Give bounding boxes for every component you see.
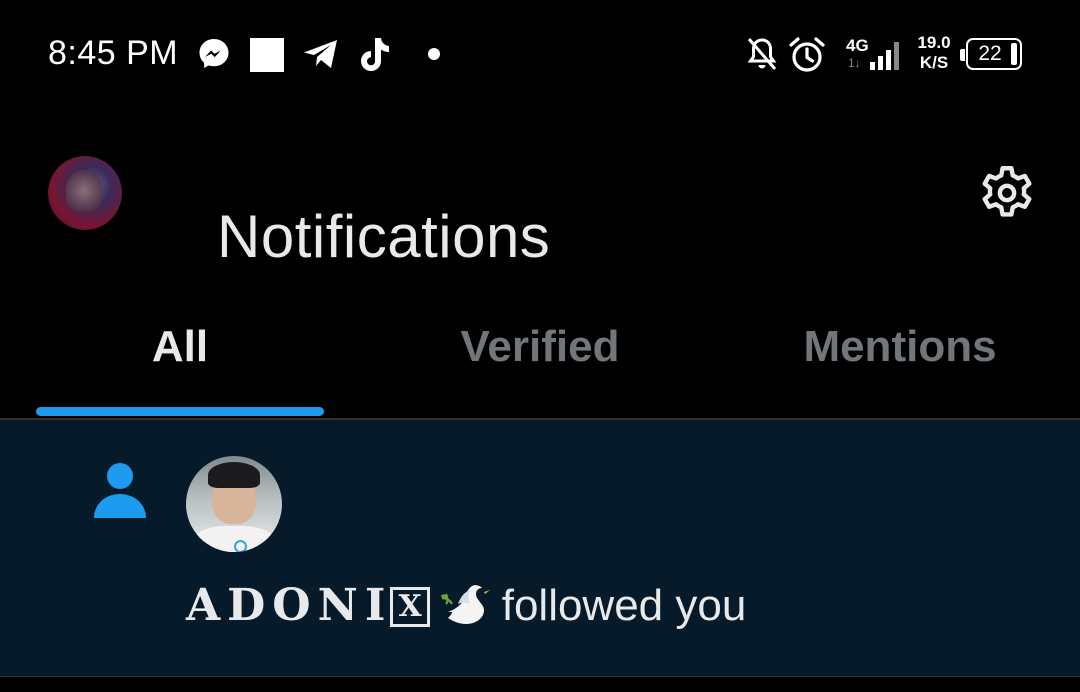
alarm-icon bbox=[788, 36, 826, 79]
person-icon bbox=[92, 460, 148, 520]
notification-tabs: All Verified Mentions bbox=[0, 300, 1080, 420]
battery-level: 22 bbox=[978, 42, 1002, 65]
dot-icon bbox=[428, 48, 440, 60]
dove-icon bbox=[440, 582, 492, 637]
divider bbox=[0, 676, 1080, 692]
bell-off-icon bbox=[746, 36, 778, 77]
profile-avatar[interactable] bbox=[48, 156, 122, 230]
messenger-icon bbox=[196, 36, 232, 77]
notification-action: followed you bbox=[501, 581, 747, 630]
tab-all[interactable]: All bbox=[36, 322, 324, 372]
user-name[interactable]: ADONI bbox=[186, 580, 392, 631]
follower-avatar[interactable] bbox=[186, 456, 282, 552]
network-speed: 19.0 K/S bbox=[917, 33, 951, 72]
status-bar: 8:45 PM 4G 1↓ 19.0 K/S 22 bbox=[0, 0, 1080, 110]
page-title: Notifications bbox=[217, 203, 551, 271]
tab-verified[interactable]: Verified bbox=[396, 322, 684, 372]
tiktok-icon bbox=[357, 36, 391, 79]
square-icon bbox=[250, 38, 284, 72]
notification-text: ADONI X followed you bbox=[186, 580, 746, 637]
gear-icon[interactable] bbox=[974, 160, 1040, 226]
tab-mentions[interactable]: Mentions bbox=[756, 322, 1044, 372]
notification-item[interactable]: ADONI X followed you bbox=[0, 420, 1080, 676]
active-tab-indicator bbox=[36, 407, 324, 416]
telegram-icon bbox=[302, 36, 340, 77]
status-time: 8:45 PM bbox=[48, 34, 179, 72]
user-name-suffix: X bbox=[390, 587, 430, 627]
battery-icon: 22 bbox=[960, 38, 1022, 70]
